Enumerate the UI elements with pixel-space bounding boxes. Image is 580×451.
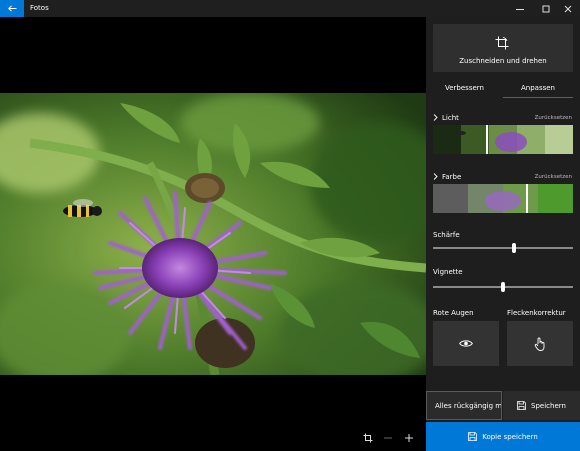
tab-verbessern-label: Verbessern	[445, 84, 484, 92]
undo-all-button[interactable]: Alles rückgängig m	[426, 391, 502, 420]
back-arrow-icon	[7, 5, 16, 12]
title-bar: Fotos	[0, 0, 580, 17]
save-label: Speichern	[531, 401, 566, 410]
color-section-header[interactable]: Farbe	[433, 171, 461, 182]
vignette-slider[interactable]	[433, 282, 573, 292]
color-reset-link[interactable]: Zurücksetzen	[535, 174, 572, 180]
zoom-out-button[interactable]	[380, 431, 396, 445]
light-slider-marker[interactable]	[486, 125, 488, 154]
photo	[0, 93, 426, 375]
chevron-right-icon	[433, 173, 438, 180]
chevron-right-icon	[433, 114, 438, 121]
maximize-icon	[542, 5, 550, 12]
zoom-out-icon	[384, 437, 392, 439]
crop-rotate-icon	[495, 36, 509, 50]
light-reset-link[interactable]: Zurücksetzen	[535, 115, 572, 121]
spot-fix-button[interactable]	[507, 321, 573, 366]
minimize-button[interactable]	[508, 0, 532, 17]
sharpness-slider[interactable]	[433, 243, 573, 253]
crop-and-rotate-label: Zuschneiden und drehen	[459, 57, 547, 65]
close-button[interactable]	[556, 0, 580, 17]
light-section-header[interactable]: Licht	[433, 112, 459, 123]
save-button[interactable]: Speichern	[503, 391, 580, 420]
color-filter-strip[interactable]	[433, 184, 573, 213]
save-copy-label: Kopie speichern	[482, 432, 538, 441]
vignette-slider-thumb[interactable]	[501, 282, 505, 292]
light-label: Licht	[442, 113, 459, 122]
zoom-in-button[interactable]	[401, 431, 417, 445]
eye-icon	[459, 340, 473, 347]
tab-anpassen-label: Anpassen	[521, 84, 555, 92]
close-icon	[564, 5, 572, 12]
crop-and-rotate-button[interactable]: Zuschneiden und drehen	[433, 24, 573, 72]
crop-icon	[363, 433, 373, 443]
sharpness-label: Schärfe	[433, 231, 460, 239]
zoom-in-icon	[405, 434, 413, 442]
maximize-button[interactable]	[534, 0, 558, 17]
crop-tool-button[interactable]	[360, 431, 376, 445]
minimize-icon	[516, 8, 524, 10]
tab-verbessern[interactable]: Verbessern	[426, 82, 503, 98]
back-button[interactable]	[0, 0, 24, 17]
light-filter-strip[interactable]	[433, 125, 573, 154]
save-copy-icon	[468, 432, 478, 441]
tab-anpassen[interactable]: Anpassen	[503, 82, 573, 98]
touch-hand-icon	[534, 337, 545, 351]
sharpness-slider-thumb[interactable]	[512, 243, 517, 253]
undo-all-label: Alles rückgängig m	[435, 401, 502, 410]
photo-viewer	[0, 17, 426, 451]
save-copy-button[interactable]: Kopie speichern	[426, 422, 580, 451]
save-icon	[517, 401, 526, 410]
red-eye-button[interactable]	[433, 321, 499, 366]
edit-panel: Zuschneiden und drehen Verbessern Anpass…	[426, 17, 580, 451]
red-eye-label: Rote Augen	[433, 309, 474, 317]
vignette-label: Vignette	[433, 268, 463, 276]
color-label: Farbe	[442, 172, 462, 181]
app-title: Fotos	[30, 4, 49, 12]
spot-fix-label: Fleckenkorrektur	[507, 309, 566, 317]
color-slider-marker[interactable]	[526, 184, 528, 213]
